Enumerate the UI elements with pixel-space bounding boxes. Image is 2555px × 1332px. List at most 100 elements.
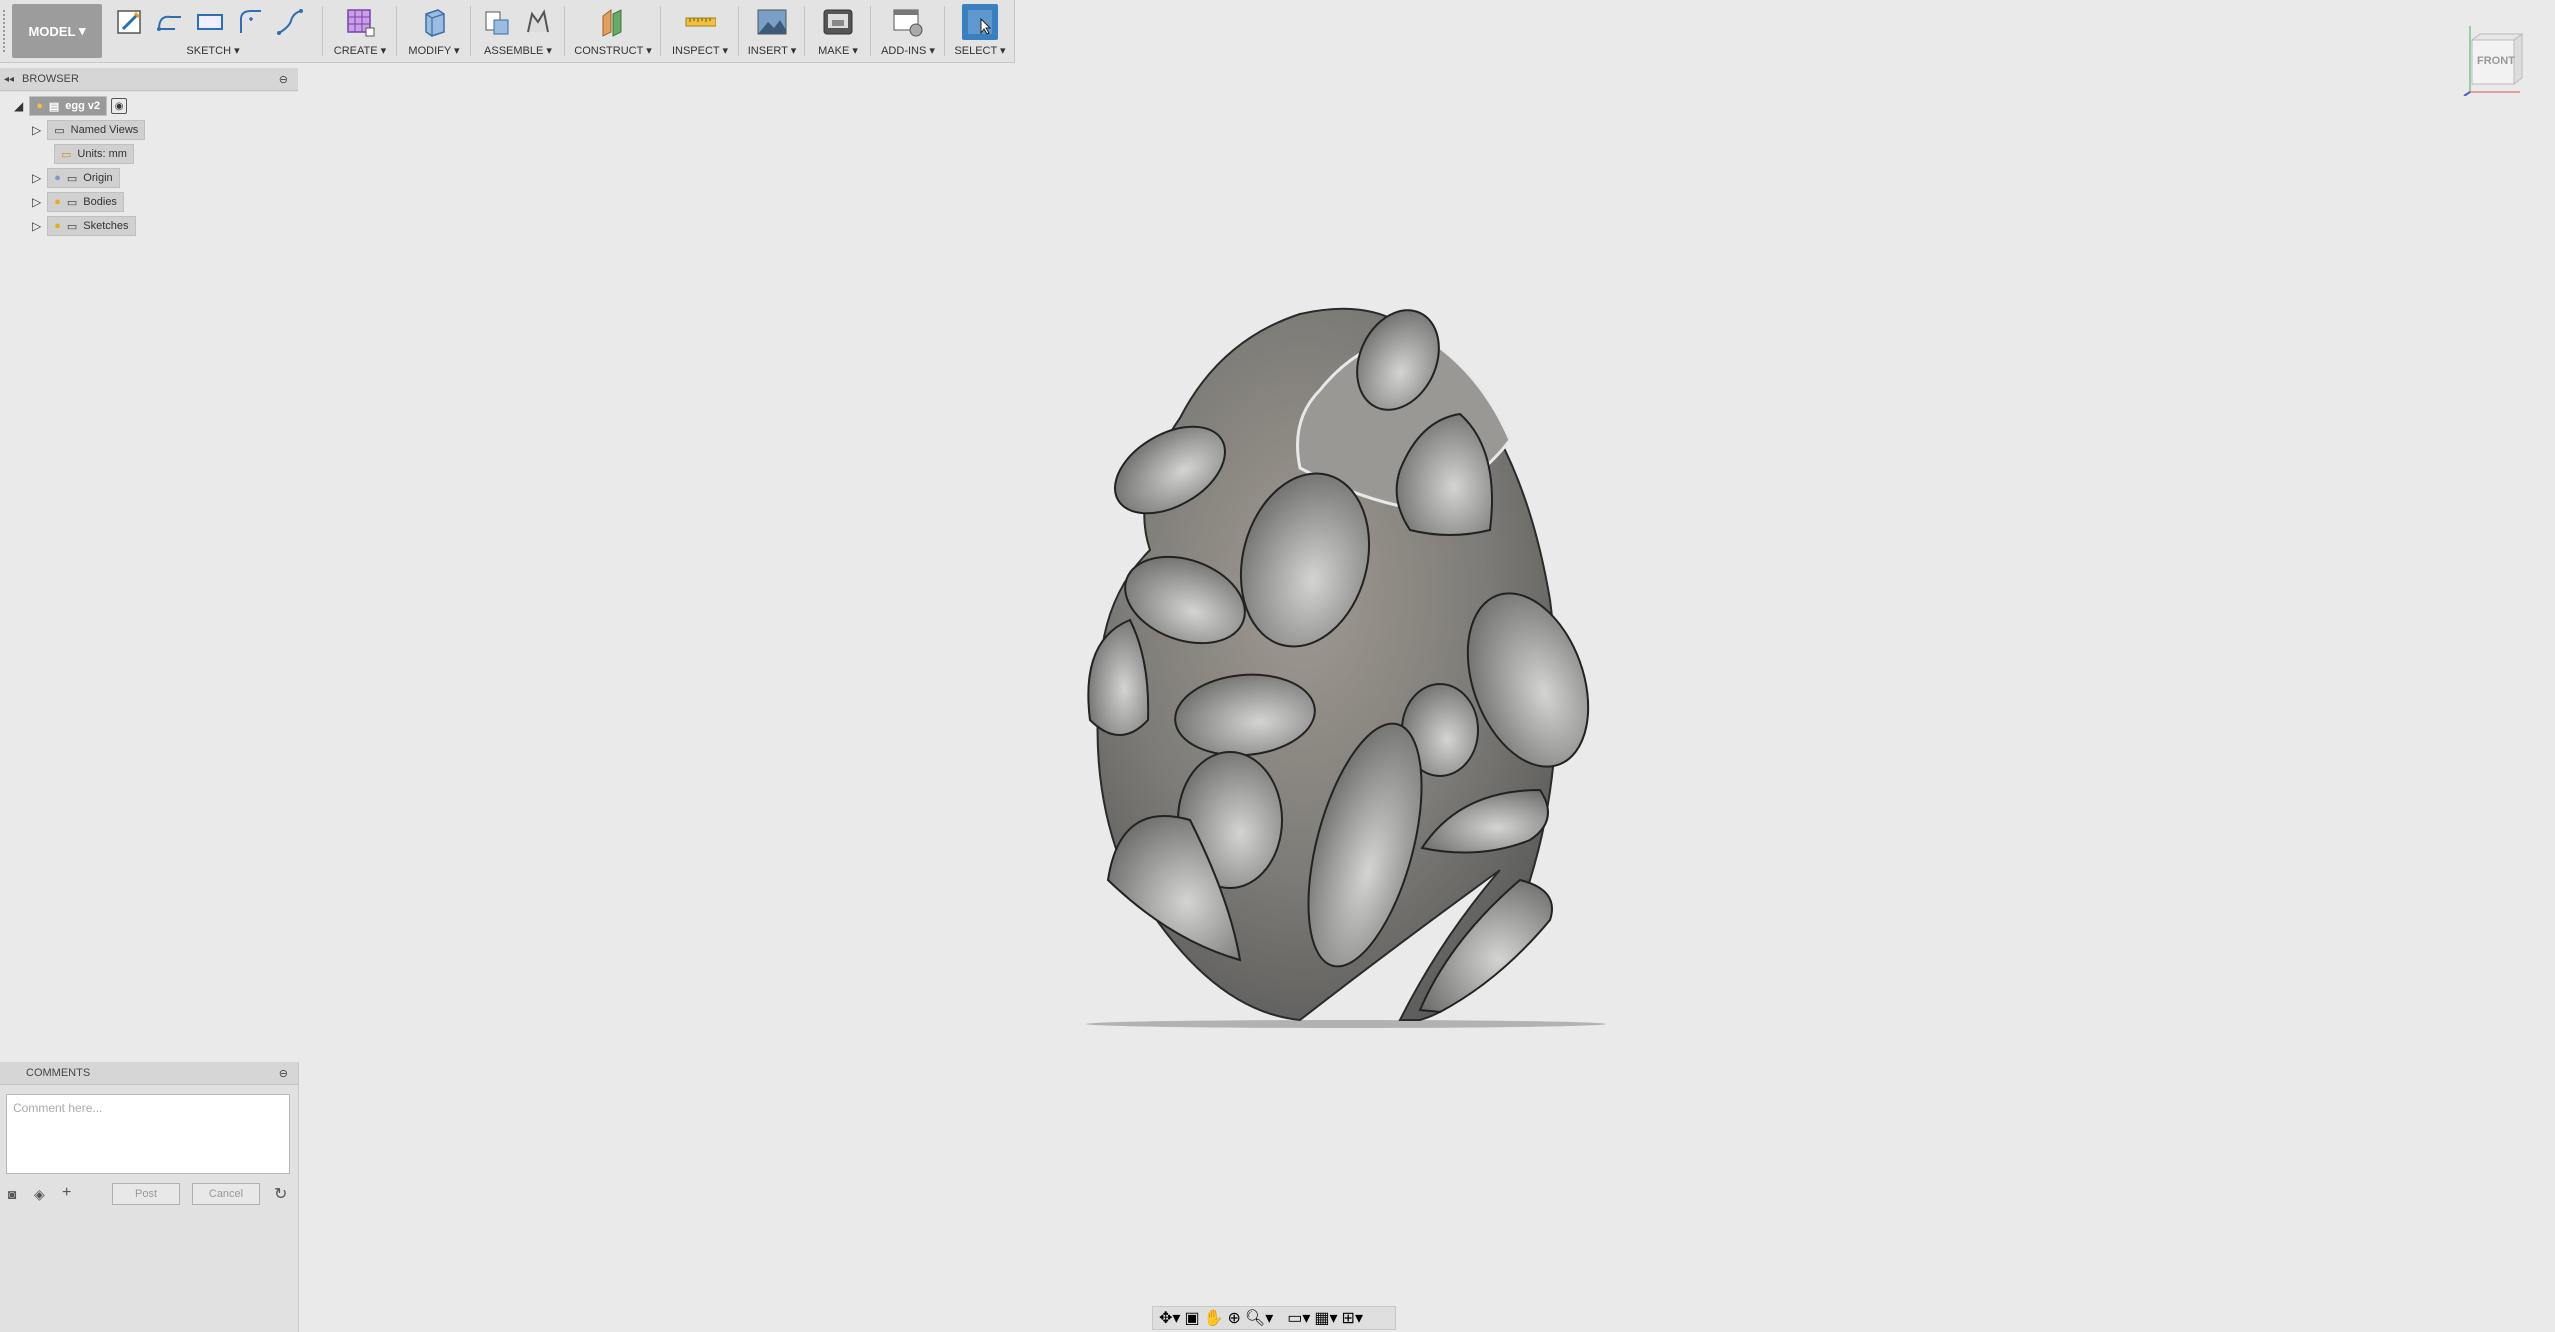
construct-menu[interactable]: CONSTRUCT ▾ [570, 44, 656, 57]
modify-group: MODIFY ▾ [402, 4, 466, 60]
orbit-icon[interactable]: ✥▾ [1159, 1308, 1180, 1328]
main-toolbar: MODEL ▾ SKETCH ▾ CREATE ▾ MODIFY ▾ ASSEM… [0, 0, 1015, 63]
comments-title: COMMENTS [26, 1067, 91, 1079]
toolbar-divider [870, 6, 871, 56]
insert-image-icon[interactable] [756, 6, 788, 38]
folder-icon: ▭ [66, 220, 78, 233]
sketch-label: SKETCH [186, 45, 232, 57]
bodies-label: Bodies [83, 196, 117, 208]
grid-settings-icon[interactable]: ▦▾ [1314, 1308, 1337, 1328]
toolbar-divider [738, 6, 739, 56]
joint-icon[interactable] [522, 6, 554, 38]
toolbar-divider [470, 6, 471, 56]
workspace-label: MODEL [28, 23, 76, 39]
sketch-menu[interactable]: SKETCH ▾ [108, 44, 318, 57]
collapse-arrow-icon[interactable]: ◢ [14, 99, 23, 113]
line-icon[interactable] [154, 6, 186, 38]
cube-icon[interactable]: ◈ [34, 1186, 45, 1203]
insert-label: INSERT [747, 45, 788, 57]
zoom-window-icon[interactable]: ⊕ [1227, 1308, 1240, 1328]
expand-arrow-icon[interactable]: ▷ [32, 171, 41, 185]
create-label: CREATE [333, 45, 378, 57]
scripts-icon[interactable] [892, 6, 924, 38]
expand-arrow-icon[interactable]: ▷ [32, 123, 41, 137]
3d-print-icon[interactable] [822, 6, 854, 38]
offset-plane-icon[interactable] [597, 6, 629, 38]
units-icon: ▭ [61, 148, 72, 161]
tree-item-units[interactable]: ▭ Units: mm [54, 144, 134, 164]
rectangle-icon[interactable] [194, 6, 226, 38]
pan-icon[interactable]: ✋ [1204, 1308, 1224, 1328]
activate-radio-icon[interactable]: ◉ [111, 98, 128, 114]
measure-icon[interactable] [684, 6, 716, 38]
tree-item-bodies[interactable]: ▷ ● ▭ Bodies [32, 192, 124, 212]
browser-panel: ◂◂ BROWSER ⊖ [0, 68, 298, 92]
toolbar-divider [944, 6, 945, 56]
comment-input[interactable]: Comment here... [6, 1094, 290, 1174]
browser-pin-icon[interactable]: ⊖ [279, 73, 288, 86]
expand-arrow-icon[interactable]: ▷ [32, 219, 41, 233]
add-ins-group: ADD-INS ▾ [876, 4, 940, 60]
modify-label: MODIFY [408, 45, 451, 57]
refresh-icon[interactable]: ↻ [274, 1184, 287, 1204]
make-label: MAKE [818, 45, 850, 57]
toolbar-divider [322, 6, 323, 56]
arc-icon[interactable] [234, 6, 266, 38]
look-at-icon[interactable]: ▣ [1184, 1308, 1199, 1328]
create-sketch-icon[interactable] [114, 6, 146, 38]
expand-arrow-icon[interactable]: ▷ [32, 195, 41, 209]
toolbar-divider [660, 6, 661, 56]
press-pull-icon[interactable] [418, 6, 450, 38]
cancel-button[interactable]: Cancel [192, 1183, 260, 1205]
browser-root-row[interactable]: ◢ ● ▤ egg v2 ◉ [14, 96, 128, 116]
insert-menu[interactable]: INSERT ▾ [744, 44, 800, 57]
comments-pin-icon[interactable]: ⊖ [279, 1067, 288, 1080]
visibility-bulb-icon[interactable]: ● [54, 172, 61, 184]
sketches-label: Sketches [83, 220, 129, 232]
visibility-bulb-icon[interactable]: ● [36, 100, 43, 112]
insert-group: INSERT ▾ [744, 4, 800, 60]
form-icon[interactable] [344, 6, 376, 38]
tree-item-named-views[interactable]: ▷ ▭ Named Views [32, 120, 146, 140]
folder-icon: ▭ [54, 124, 65, 137]
collapse-panel-icon[interactable]: ◂◂ [4, 74, 14, 85]
new-component-icon[interactable] [482, 6, 514, 38]
tree-item-sketches[interactable]: ▷ ● ▭ Sketches [32, 216, 136, 236]
browser-title: BROWSER [22, 73, 79, 85]
tree-item-origin[interactable]: ▷ ● ▭ Origin [32, 168, 120, 188]
toolbar-grip[interactable] [3, 10, 9, 52]
comments-header: COMMENTS ⊖ [0, 1062, 298, 1085]
add-ins-menu[interactable]: ADD-INS ▾ [876, 44, 940, 57]
select-menu[interactable]: SELECT ▾ [950, 44, 1010, 57]
post-button[interactable]: Post [112, 1183, 180, 1205]
construct-group: CONSTRUCT ▾ [570, 4, 656, 60]
inspect-menu[interactable]: INSPECT ▾ [666, 44, 734, 57]
toolbar-divider [396, 6, 397, 56]
viewports-icon[interactable]: ⊞▾ [1342, 1308, 1363, 1328]
modify-menu[interactable]: MODIFY ▾ [402, 44, 466, 57]
viewcube[interactable]: FRONT [2460, 22, 2524, 97]
workspace-switcher-button[interactable]: MODEL ▾ [12, 4, 102, 58]
zoom-icon[interactable]: 🔍︎▾ [1245, 1308, 1273, 1328]
camera-icon[interactable]: ◙ [8, 1186, 16, 1202]
assemble-menu[interactable]: ASSEMBLE ▾ [476, 44, 560, 57]
units-label: Units: mm [77, 148, 127, 160]
select-group: SELECT ▾ [950, 4, 1010, 60]
named-views-label: Named Views [70, 124, 139, 136]
make-menu[interactable]: MAKE ▾ [810, 44, 866, 57]
sketch-group: SKETCH ▾ [108, 4, 318, 60]
visibility-bulb-icon[interactable]: ● [54, 220, 61, 232]
visibility-bulb-icon[interactable]: ● [54, 196, 61, 208]
construct-label: CONSTRUCT [574, 45, 644, 57]
folder-icon: ▭ [66, 172, 78, 185]
select-icon[interactable] [962, 4, 998, 40]
egg-model-body[interactable] [1060, 300, 1630, 1040]
viewcube-front-label: FRONT [2477, 55, 2515, 67]
toolbar-divider [564, 6, 565, 56]
display-settings-icon[interactable]: ▭▾ [1287, 1308, 1310, 1328]
spline-icon[interactable] [274, 6, 306, 38]
origin-label: Origin [83, 172, 113, 184]
create-menu[interactable]: CREATE ▾ [328, 44, 392, 57]
crosshair-icon[interactable]: + [62, 1184, 71, 1202]
make-group: MAKE ▾ [810, 4, 866, 60]
